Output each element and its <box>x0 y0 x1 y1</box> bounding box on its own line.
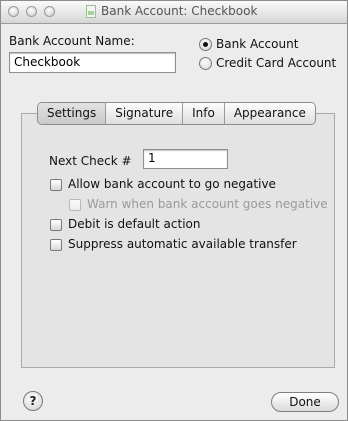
tab-signature[interactable]: Signature <box>105 103 182 124</box>
credit-card-account-radio-label[interactable]: Credit Card Account <box>216 56 336 70</box>
debit-default-label[interactable]: Debit is default action <box>68 217 200 231</box>
suppress-transfer-label[interactable]: Suppress automatic available transfer <box>68 237 297 251</box>
bank-account-radio[interactable] <box>199 38 212 51</box>
allow-negative-label[interactable]: Allow bank account to go negative <box>68 177 276 191</box>
debit-default-checkbox[interactable] <box>50 219 62 231</box>
allow-negative-checkbox[interactable] <box>50 179 62 191</box>
bank-account-radio-label[interactable]: Bank Account <box>216 37 298 51</box>
account-name-field[interactable]: Checkbook <box>9 52 176 73</box>
done-button[interactable]: Done <box>271 392 339 412</box>
next-check-label: Next Check # <box>49 154 132 168</box>
suppress-transfer-checkbox[interactable] <box>50 239 62 251</box>
account-name-label: Bank Account Name: <box>9 34 135 48</box>
bank-account-window: Bank Account: Checkbook Bank Account Nam… <box>0 0 348 421</box>
tab-appearance[interactable]: Appearance <box>223 103 315 124</box>
tab-settings[interactable]: Settings <box>38 103 106 124</box>
document-icon <box>86 5 96 18</box>
tab-bar: Settings Signature Info Appearance <box>37 102 316 125</box>
title-bar[interactable]: Bank Account: Checkbook <box>1 1 347 24</box>
credit-card-account-radio[interactable] <box>199 57 212 70</box>
next-check-field[interactable]: 1 <box>143 149 228 169</box>
zoom-window-button[interactable] <box>44 6 55 17</box>
window-title: Bank Account: Checkbook <box>101 4 258 18</box>
help-button[interactable]: ? <box>23 391 43 411</box>
close-window-button[interactable] <box>8 6 19 17</box>
warn-negative-label: Warn when bank account goes negative <box>87 197 328 211</box>
minimize-window-button[interactable] <box>26 6 37 17</box>
tab-info[interactable]: Info <box>182 103 224 124</box>
warn-negative-checkbox[interactable] <box>69 199 81 211</box>
